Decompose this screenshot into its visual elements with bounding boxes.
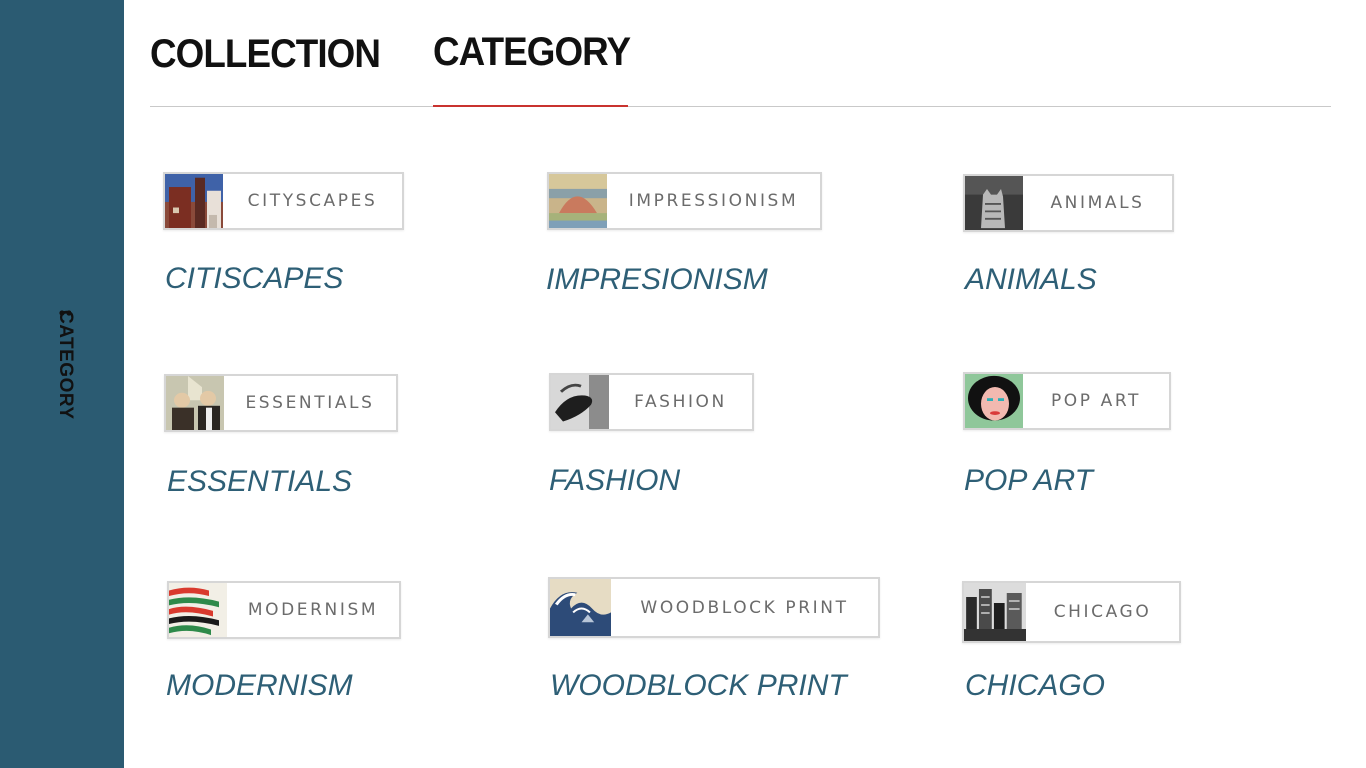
category-card-cityscapes[interactable]: CITYSCAPES [163, 172, 404, 230]
card-label: ESSENTIALS [245, 393, 375, 413]
american-gothic-icon [166, 376, 224, 430]
category-card-woodblock-print[interactable]: WOODBLOCK PRINT [548, 577, 880, 638]
category-card-fashion[interactable]: FASHION [549, 373, 754, 431]
category-caption-fashion[interactable]: FASHION [549, 464, 680, 498]
cat-photo-icon [965, 176, 1023, 230]
card-label: WOODBLOCK PRINT [640, 597, 849, 618]
card-label: CHICAGO [1053, 602, 1152, 622]
category-card-modernism[interactable]: MODERNISM [167, 581, 401, 639]
tab-bar: COLLECTION CATEGORY [150, 20, 1331, 107]
tab-collection[interactable]: COLLECTION [150, 32, 381, 77]
glove-photo-icon [551, 375, 609, 429]
card-label: FASHION [634, 392, 727, 412]
category-card-impressionism[interactable]: IMPRESSIONISM [547, 172, 822, 230]
category-caption-modernism[interactable]: MODERNISM [166, 669, 353, 703]
cityscape-thumbnail-icon [165, 174, 223, 228]
category-caption-woodblock-print[interactable]: WOODBLOCK PRINT [550, 669, 847, 703]
category-caption-animals[interactable]: ANIMALS [965, 263, 1097, 297]
sidebar-label-text: CATEGORY [55, 310, 76, 420]
tab-category[interactable]: CATEGORY [433, 30, 631, 75]
category-card-essentials[interactable]: ESSENTIALS [164, 374, 398, 432]
category-card-pop-art[interactable]: POP ART [963, 372, 1171, 430]
category-caption-cityscapes[interactable]: CITISCAPES [165, 262, 343, 296]
abstract-stripes-icon [169, 583, 227, 637]
card-label: CITYSCAPES [247, 191, 378, 211]
pop-portrait-icon [965, 374, 1023, 428]
card-label: POP ART [1050, 391, 1142, 411]
category-caption-chicago[interactable]: CHICAGO [965, 669, 1105, 703]
sidebar-category-label[interactable]: CATEGORY [43, 310, 87, 450]
category-caption-impressionism[interactable]: IMPRESIONISM [546, 263, 768, 297]
haystack-painting-icon [549, 174, 607, 228]
active-tab-indicator [433, 105, 628, 107]
category-caption-pop-art[interactable]: POP ART [964, 464, 1093, 498]
skyline-photo-icon [964, 583, 1026, 641]
sidebar: CATEGORY [0, 0, 124, 768]
card-label: IMPRESSIONISM [628, 191, 799, 211]
category-card-chicago[interactable]: CHICAGO [962, 581, 1181, 643]
card-label: ANIMALS [1050, 193, 1145, 213]
great-wave-icon [550, 579, 611, 636]
category-card-animals[interactable]: ANIMALS [963, 174, 1174, 232]
card-label: MODERNISM [247, 600, 379, 620]
category-caption-essentials[interactable]: ESSENTIALS [167, 465, 352, 499]
more-dots-icon [59, 310, 71, 316]
